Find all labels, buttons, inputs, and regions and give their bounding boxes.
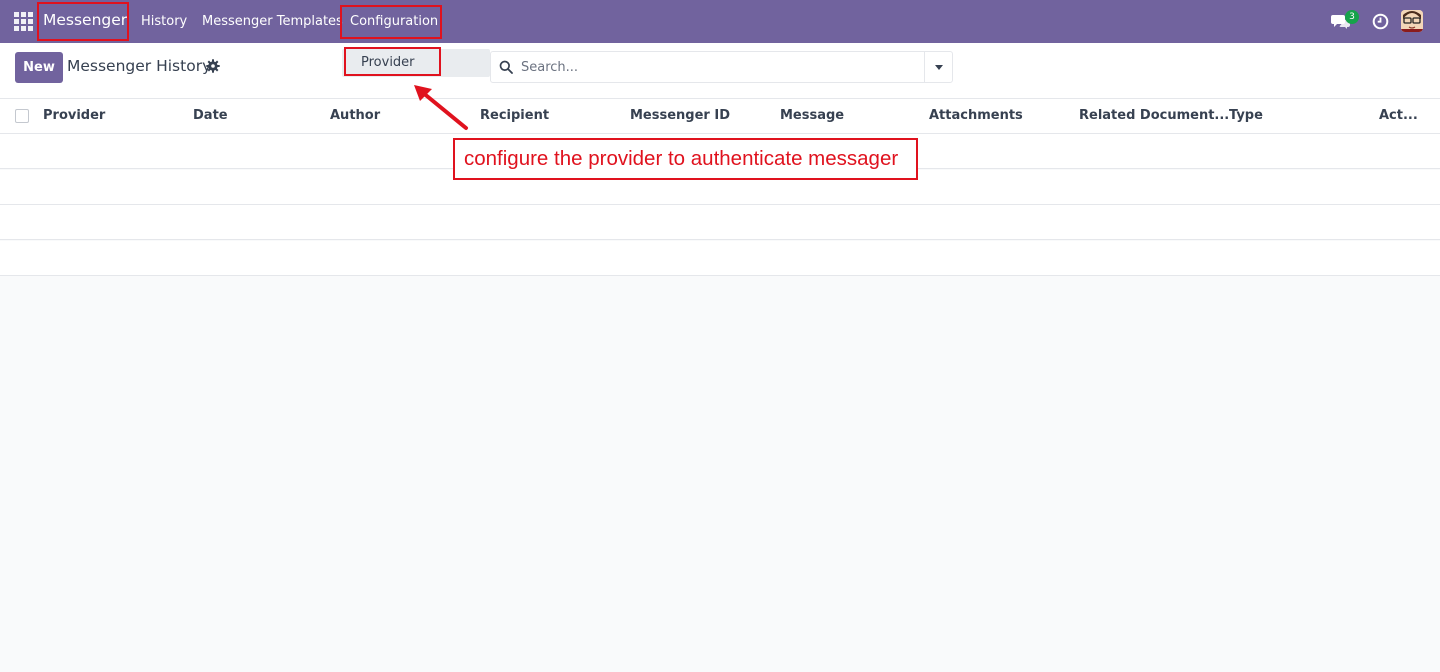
column-actions[interactable]: Act...: [1379, 108, 1418, 123]
column-author[interactable]: Author: [330, 108, 380, 123]
select-all-checkbox[interactable]: [15, 109, 29, 123]
search-input[interactable]: [521, 57, 911, 77]
annotation-callout: configure the provider to authenticate m…: [453, 138, 918, 180]
column-date[interactable]: Date: [193, 108, 228, 123]
gear-icon[interactable]: [206, 59, 220, 73]
column-related-document[interactable]: Related Document...: [1079, 108, 1229, 123]
new-button[interactable]: New: [15, 52, 63, 83]
nav-messenger-templates[interactable]: Messenger Templates: [202, 14, 343, 29]
menu-item-provider[interactable]: Provider: [342, 49, 440, 77]
column-type[interactable]: Type: [1229, 108, 1263, 123]
search-options-toggle[interactable]: [924, 52, 952, 82]
column-provider[interactable]: Provider: [43, 108, 105, 123]
chat-badge: 3: [1345, 10, 1359, 24]
configuration-dropdown: Provider: [342, 49, 490, 77]
table-row: [0, 241, 1440, 276]
apps-grid-icon[interactable]: [14, 12, 33, 31]
control-panel: New Messenger History: [0, 43, 1440, 99]
page-title: Messenger History: [67, 57, 212, 75]
column-attachments[interactable]: Attachments: [929, 108, 1023, 123]
column-recipient[interactable]: Recipient: [480, 108, 549, 123]
nav-history[interactable]: History: [141, 14, 187, 29]
table-header: Provider Date Author Recipient Messenger…: [0, 99, 1440, 134]
search-icon: [499, 60, 513, 74]
column-messenger-id[interactable]: Messenger ID: [630, 108, 730, 123]
search-box: [490, 51, 953, 83]
column-message[interactable]: Message: [780, 108, 844, 123]
table-row: [0, 205, 1440, 240]
user-avatar[interactable]: [1401, 10, 1423, 32]
app-brand-link[interactable]: Messenger: [43, 11, 127, 29]
clock-icon[interactable]: [1372, 13, 1389, 30]
annotation-arrow-icon: [414, 85, 468, 130]
nav-configuration[interactable]: Configuration: [350, 14, 438, 29]
top-navbar: Messenger History Messenger Templates Co…: [0, 0, 1440, 43]
